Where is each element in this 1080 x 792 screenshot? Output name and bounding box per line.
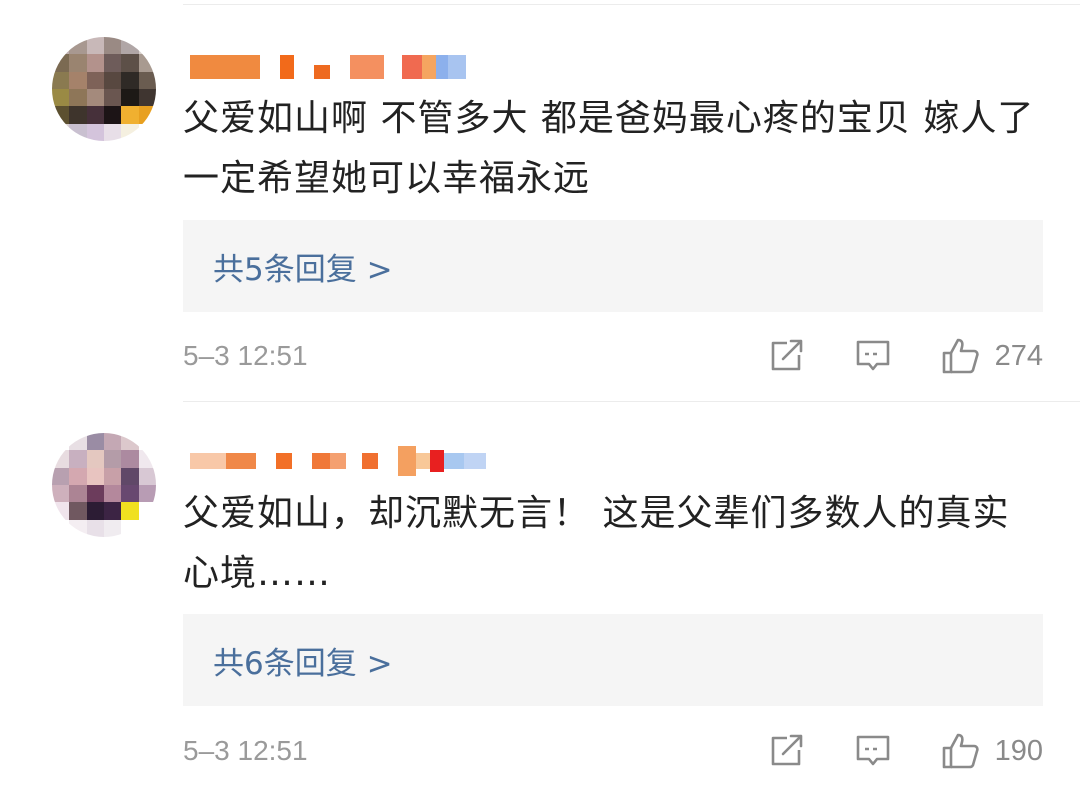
like-count: 274 xyxy=(994,339,1043,372)
share-icon xyxy=(771,339,802,371)
top-divider xyxy=(183,4,1080,5)
comment-actions: 274 xyxy=(769,337,1043,375)
share-button[interactable] xyxy=(769,339,805,373)
share-button[interactable] xyxy=(769,734,805,768)
username-blurred[interactable] xyxy=(190,444,486,478)
comment-button[interactable] xyxy=(855,338,891,374)
timestamp: 5–3 12:51 xyxy=(183,340,308,371)
view-replies-link[interactable]: 共6条回复 > xyxy=(213,638,393,683)
comment-text: 父爱如山啊 不管多大 都是爸妈最心疼的宝贝 嫁人了 一定希望她可以幸福永远 xyxy=(183,98,1035,199)
reply-box: 共6条回复 > xyxy=(183,614,1043,706)
like-icon xyxy=(942,338,979,374)
like-count: 190 xyxy=(994,734,1043,767)
view-replies-link[interactable]: 共5条回复 > xyxy=(213,244,393,289)
comment-divider xyxy=(183,401,1080,402)
like-icon xyxy=(942,733,979,769)
comment-actions: 190 xyxy=(769,732,1043,770)
timestamp: 5–3 12:51 xyxy=(183,735,308,766)
reply-box: 共5条回复 > xyxy=(183,220,1043,312)
username-blurred[interactable] xyxy=(190,50,466,84)
like-button[interactable]: 274 xyxy=(941,337,1043,375)
share-icon xyxy=(771,734,802,766)
comment-icon xyxy=(856,340,889,371)
comment-button[interactable] xyxy=(855,733,891,769)
comment-meta: 5–3 12:51 190 xyxy=(183,731,1043,771)
comment-icon xyxy=(856,735,889,766)
avatar[interactable] xyxy=(52,37,156,141)
comment-meta: 5–3 12:51 274 xyxy=(183,336,1043,376)
comment-text: 父爱如山，却沉默无言！ 这是父辈们多数人的真实心境…… xyxy=(183,493,1010,594)
like-button[interactable]: 190 xyxy=(941,732,1043,770)
avatar[interactable] xyxy=(52,433,156,537)
